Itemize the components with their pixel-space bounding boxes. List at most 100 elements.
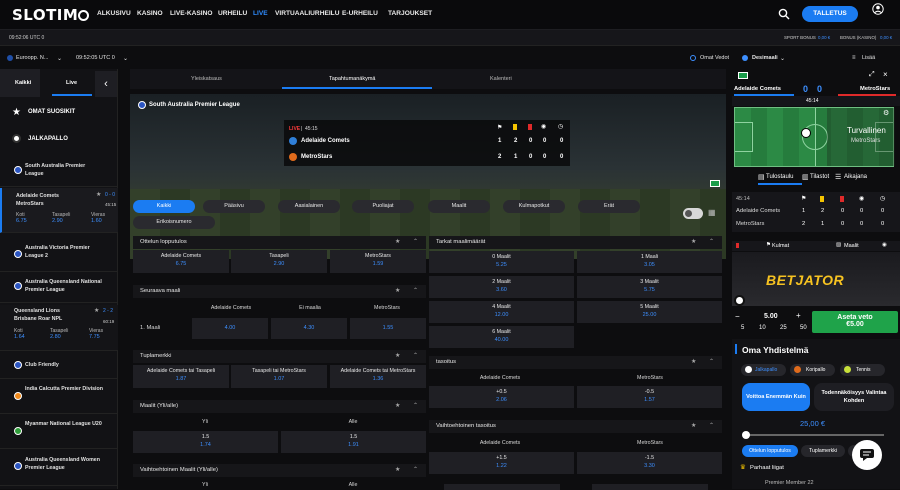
pill-match-result[interactable]: Ottelun lopputulos: [742, 445, 798, 457]
user-icon[interactable]: [872, 3, 884, 15]
deposit-button[interactable]: TALLETUS: [802, 6, 858, 22]
tab-scoreboard[interactable]: Tulostaulu: [766, 174, 793, 180]
nav-tarjoukset[interactable]: TARJOUKSET: [388, 10, 432, 17]
chip-asian[interactable]: Aasialainen: [278, 200, 340, 213]
chevron-up-icon[interactable]: ⌃: [413, 285, 418, 298]
menu-icon[interactable]: ≡: [852, 55, 856, 61]
star-icon[interactable]: ★: [395, 285, 400, 298]
market-header[interactable]: Tuplamerkki ★ ⌃: [133, 350, 426, 363]
market-header[interactable]: Seuraava maali ★ ⌃: [133, 285, 426, 298]
tab-timeline[interactable]: Aikajana: [844, 174, 867, 180]
chevron-down-icon[interactable]: ⌄: [780, 55, 785, 62]
odd-cell-partial[interactable]: [444, 484, 560, 490]
collapse-chevron-icon[interactable]: ‹: [95, 71, 117, 97]
odd-home[interactable]: Koti 6.75: [16, 212, 27, 224]
market-header[interactable]: Maalit (Yli/alle) ★ ⌃: [133, 400, 426, 413]
star-icon[interactable]: ★: [395, 464, 400, 477]
option-probability[interactable]: Todennäköisyys Valintaa Kohden: [814, 383, 894, 411]
chip-all[interactable]: Kaikki: [133, 200, 195, 213]
settings-icon[interactable]: ⚙: [883, 109, 889, 117]
sport-pill-football[interactable]: Jalkapallo: [741, 364, 786, 376]
tab-live[interactable]: Live: [66, 80, 77, 86]
odd-away[interactable]: Vieras 1.60: [91, 212, 105, 224]
chip-main[interactable]: Pääsivu: [203, 200, 265, 213]
tab-all[interactable]: Kaikki: [15, 80, 31, 86]
odds-format-select[interactable]: Desimaali: [752, 55, 778, 61]
star-icon[interactable]: ★: [395, 400, 400, 413]
odd-cell[interactable]: MetroStars 1.59: [330, 250, 426, 273]
tab-calendar[interactable]: Kalenteri: [490, 76, 512, 82]
odd-draw[interactable]: Tasapeli 2.90: [52, 212, 70, 224]
odd-cell[interactable]: 4.00: [192, 318, 268, 339]
league-item[interactable]: Australia Victoria Premier League 2: [0, 238, 118, 272]
odd-cell[interactable]: 3 Maalit 5.75: [577, 276, 722, 298]
market-header[interactable]: Vaihtoehtoinen Maalit (Yli/alle) ★ ⌃: [133, 464, 426, 477]
place-bet-button[interactable]: Aseta veto €5.00: [812, 311, 898, 333]
expand-icon[interactable]: ⤢: [869, 71, 875, 79]
option-more-than[interactable]: Voittoa Enemmän Kuin: [742, 383, 810, 411]
quick-stake[interactable]: 50: [800, 325, 807, 331]
nav-live[interactable]: LIVE: [253, 10, 268, 17]
nav-kasino[interactable]: KASINO: [137, 10, 163, 17]
odd-cell[interactable]: -0.5 1.57: [577, 386, 722, 408]
tab-event-view[interactable]: Tapahtumanäkymä: [329, 76, 375, 82]
match-item[interactable]: Adelaide Comets MetroStars ★ 0 - 0 45:15…: [0, 188, 118, 233]
market-header[interactable]: Vaihtoehtoinen tasoitus ★ ⌃: [429, 420, 722, 433]
odd-cell[interactable]: Tasapeli 2.90: [231, 250, 327, 273]
league-item[interactable]: Australia Queensland National Premier Le…: [0, 273, 118, 303]
league-list-item[interactable]: Premier Member 22: [765, 480, 814, 486]
odd-cell[interactable]: +1.5 1.22: [429, 452, 574, 474]
star-icon[interactable]: ★: [395, 236, 400, 249]
star-icon[interactable]: ★: [691, 236, 696, 249]
star-icon[interactable]: ★: [691, 420, 696, 433]
chevron-up-icon[interactable]: ⌃: [709, 356, 714, 369]
league-item[interactable]: South Australia Premier League: [0, 157, 118, 187]
layout-toggle[interactable]: [683, 208, 703, 219]
nav-virtuaaliurheilu[interactable]: VIRTUAALIURHEILU: [275, 10, 339, 17]
odd-cell[interactable]: 5 Maalit 25.00: [577, 301, 722, 323]
league-item[interactable]: Myanmar National League U20: [0, 415, 118, 449]
close-icon[interactable]: ×: [883, 70, 888, 79]
odd-cell[interactable]: +0.5 2.06: [429, 386, 574, 408]
odd-cell[interactable]: 6 Maalit 40.00: [429, 326, 574, 348]
nav-live-kasino[interactable]: LIVE-KASINO: [170, 10, 213, 17]
chat-button[interactable]: [852, 440, 882, 470]
sport-pill-tennis[interactable]: Tennis: [840, 364, 885, 376]
league-item[interactable]: India Calcutta Premier Division: [0, 380, 118, 414]
odd-cell[interactable]: Adelaide Comets 6.75: [133, 250, 229, 273]
star-icon[interactable]: ★: [395, 350, 400, 363]
field-view-icon[interactable]: [738, 72, 748, 79]
football-label[interactable]: JALKAPALLO: [28, 136, 68, 142]
own-bets-link[interactable]: Omat Vedot: [700, 55, 729, 61]
region-select[interactable]: Euroopp. N...: [16, 55, 48, 61]
market-header[interactable]: tasoitus ★ ⌃: [429, 356, 722, 369]
chip-goals[interactable]: Maalit: [428, 200, 490, 213]
plus-icon[interactable]: +: [796, 311, 801, 320]
odd-cell[interactable]: 4 Maalit 12.00: [429, 301, 574, 323]
minus-icon[interactable]: −: [735, 312, 740, 321]
quick-stake[interactable]: 5: [741, 325, 744, 331]
tab-overview[interactable]: Yleiskatsaus: [191, 76, 222, 82]
match-item[interactable]: Queensland Lions Brisbane Roar NPL ★ 2 -…: [0, 305, 118, 351]
odd-cell[interactable]: 1.5 1.74: [133, 431, 278, 453]
sport-pill-basketball[interactable]: Koripallo: [790, 364, 835, 376]
chevron-down-icon[interactable]: ⌄: [57, 55, 62, 62]
league-item[interactable]: Club Friendly: [0, 353, 118, 379]
star-icon[interactable]: ★: [94, 307, 99, 314]
quick-stake[interactable]: 25: [780, 325, 787, 331]
nav-e-urheilu[interactable]: E-URHEILU: [342, 10, 378, 17]
star-icon[interactable]: ★: [96, 191, 101, 198]
odd-cell[interactable]: 2 Maalit 3.60: [429, 276, 574, 298]
tab-stats[interactable]: Tilastot: [810, 174, 829, 180]
odd-cell[interactable]: Adelaide Comets tai Tasapeli 1.87: [133, 365, 229, 388]
chevron-down-icon[interactable]: ⌄: [123, 55, 128, 62]
nav-alkusivu[interactable]: ALKUSIVU: [97, 10, 131, 17]
odd-cell[interactable]: 4.30: [271, 318, 347, 339]
odd-cell-partial[interactable]: [592, 484, 708, 490]
chevron-up-icon[interactable]: ⌃: [413, 464, 418, 477]
market-header[interactable]: Ottelun lopputulos ★ ⌃: [133, 236, 426, 249]
grid-icon[interactable]: ▦: [708, 208, 716, 217]
quick-stake[interactable]: 10: [759, 325, 766, 331]
league-item[interactable]: Australia Queensland Women Premier Leagu…: [0, 450, 118, 486]
logo[interactable]: SLOTIM: [12, 6, 90, 24]
